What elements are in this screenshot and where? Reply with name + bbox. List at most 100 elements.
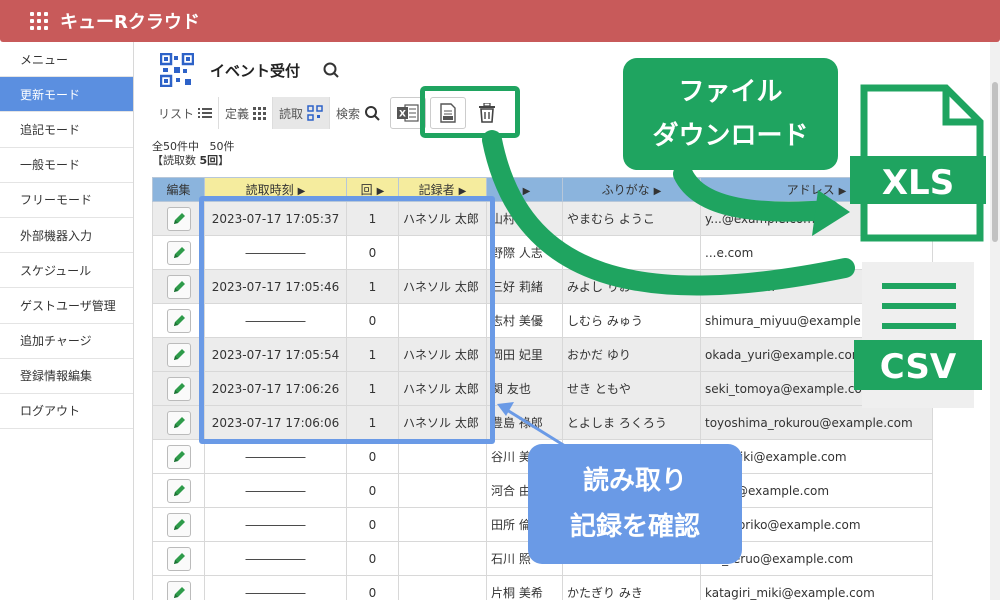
search-icon[interactable]	[322, 61, 340, 79]
recorder-cell	[398, 541, 487, 576]
edit-cell	[152, 201, 205, 236]
sidebar-item-guest-users[interactable]: ゲストユーザ管理	[0, 288, 133, 324]
app-grid-icon[interactable]	[30, 12, 48, 30]
address-cell: toyoshima_rokurou@example.com	[700, 405, 933, 440]
edit-button[interactable]	[166, 512, 191, 537]
xls-file-icon: XLS	[850, 84, 986, 242]
excel-file-icon: X	[397, 104, 419, 122]
pencil-icon	[173, 586, 185, 598]
edit-cell	[152, 371, 205, 406]
tab-read-label: 読取	[279, 106, 304, 121]
read-time-cell: ―――――	[204, 575, 347, 600]
edit-button[interactable]	[166, 580, 191, 600]
col-furigana[interactable]: ふりがな ▶	[562, 177, 701, 202]
page-title: イベント受付	[210, 61, 301, 80]
name-cell: 豊島 祿郎	[486, 405, 563, 440]
app-header: キューRクラウド	[0, 0, 1000, 42]
sidebar-item-menu[interactable]: メニュー	[0, 42, 133, 78]
edit-button[interactable]	[166, 546, 191, 571]
edit-cell	[152, 507, 205, 542]
pencil-icon	[173, 450, 185, 462]
furigana-cell: しむら みゅう	[562, 303, 701, 338]
qr-code-icon	[160, 53, 194, 87]
sidebar-item-update-mode[interactable]: 更新モード	[0, 77, 133, 113]
pencil-icon	[173, 314, 185, 326]
edit-button[interactable]	[166, 206, 191, 231]
edit-button[interactable]	[166, 342, 191, 367]
pencil-icon	[173, 416, 185, 428]
tab-search-label: 検索	[336, 106, 361, 121]
edit-cell	[152, 541, 205, 576]
name-cell: 関 友也	[486, 371, 563, 406]
record-count: 全50件中 50件	[152, 140, 235, 153]
sidebar-item-general-mode[interactable]: 一般モード	[0, 148, 133, 183]
sidebar-item-append-mode[interactable]: 追記モード	[0, 112, 133, 148]
count-cell: 0	[346, 473, 399, 508]
chevron-right-icon: ▶	[838, 186, 847, 197]
read-time-cell: ―――――	[204, 439, 347, 474]
sidebar-item-free-mode[interactable]: フリーモード	[0, 183, 133, 218]
sidebar-item-schedule[interactable]: スケジュール	[0, 253, 133, 289]
edit-button[interactable]	[166, 308, 191, 333]
sidebar-item-additional-charge[interactable]: 追加チャージ	[0, 324, 133, 359]
svg-text:X: X	[399, 110, 406, 120]
furigana-cell: やまむら ようこ	[562, 201, 701, 236]
pencil-icon	[173, 518, 185, 530]
tab-list-label: リスト	[158, 106, 195, 121]
edit-cell	[152, 439, 205, 474]
name-cell: 野際 人志	[486, 235, 563, 270]
result-summary: 全50件中 50件 【読取数 5回】	[152, 140, 235, 168]
tab-read[interactable]: 読取	[273, 97, 331, 129]
pencil-icon	[173, 348, 185, 360]
count-cell: 0	[346, 541, 399, 576]
furigana-cell: みよし りお	[562, 269, 701, 304]
svg-text:XLS: XLS	[882, 163, 954, 203]
tab-search[interactable]: 検索	[330, 97, 386, 129]
name-cell: 山村 陽	[486, 201, 563, 236]
furigana-cell: とよしま ろくろう	[562, 405, 701, 440]
edit-cell	[152, 575, 205, 600]
page-header: イベント受付	[160, 52, 340, 88]
sidebar-item-edit-registration[interactable]: 登録情報編集	[0, 359, 133, 394]
grid-icon	[253, 106, 267, 120]
read-time-cell: ―――――	[204, 507, 347, 542]
edit-button[interactable]	[166, 274, 191, 299]
tab-fixed[interactable]: 定義	[219, 97, 274, 129]
edit-cell	[152, 473, 205, 508]
csv-file-icon: CSV	[854, 262, 982, 408]
recorder-cell	[398, 507, 487, 542]
edit-button[interactable]	[166, 444, 191, 469]
recorder-cell	[398, 575, 487, 600]
app-window: キューRクラウド メニュー 更新モード 追記モード 一般モード フリーモード 外…	[0, 0, 1000, 600]
scrollbar[interactable]	[990, 42, 1000, 600]
col-edit: 編集	[152, 177, 205, 202]
name-cell: 三好 莉緒	[486, 269, 563, 304]
recorder-cell	[398, 439, 487, 474]
sidebar-item-logout[interactable]: ログアウト	[0, 394, 133, 430]
edit-button[interactable]	[166, 376, 191, 401]
app-title: キューRクラウド	[60, 12, 200, 33]
sidebar-item-external-input[interactable]: 外部機器入力	[0, 218, 133, 254]
pencil-icon	[173, 484, 185, 496]
recorder-cell	[398, 473, 487, 508]
address-cell: katagiri_miki@example.com	[700, 575, 933, 600]
download-buttons-highlight	[420, 86, 520, 138]
pencil-icon	[173, 552, 185, 564]
pencil-icon	[173, 382, 185, 394]
svg-text:CSV: CSV	[880, 347, 957, 387]
pencil-icon	[173, 212, 185, 224]
edit-button[interactable]	[166, 410, 191, 435]
col-name[interactable]: ▶	[486, 177, 563, 202]
read-records-highlight	[199, 196, 495, 444]
read-time-cell: ―――――	[204, 473, 347, 508]
list-icon	[198, 108, 213, 118]
edit-button[interactable]	[166, 240, 191, 265]
read-count: 【読取数 5回】	[152, 154, 230, 167]
edit-cell	[152, 235, 205, 270]
name-cell: 志村 美優	[486, 303, 563, 338]
scrollbar-thumb[interactable]	[992, 82, 998, 242]
confirm-callout: 読み取り 記録を確認	[528, 444, 742, 564]
tab-list[interactable]: リスト	[152, 97, 220, 129]
furigana-cell: おかだ ゆり	[562, 337, 701, 372]
edit-button[interactable]	[166, 478, 191, 503]
